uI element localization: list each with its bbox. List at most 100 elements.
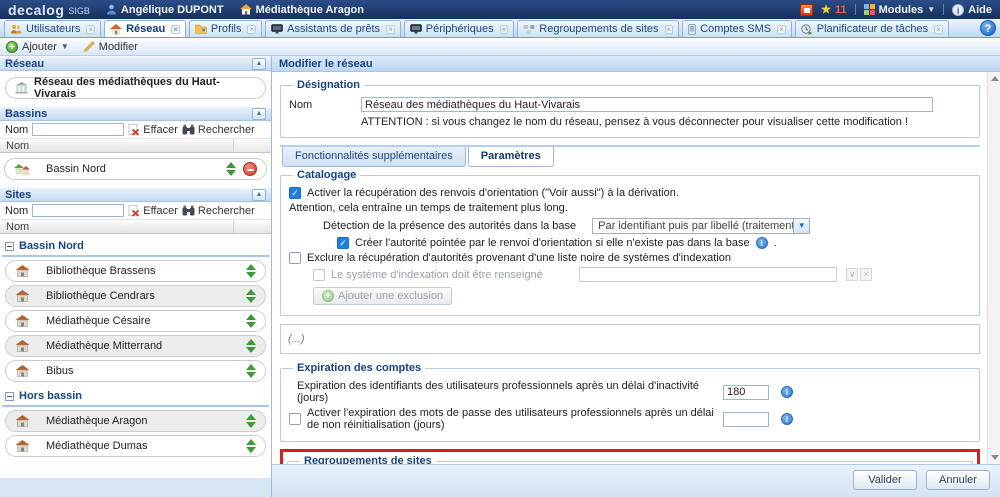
- sort-down-icon[interactable]: [246, 272, 256, 278]
- close-icon[interactable]: ×: [500, 25, 509, 34]
- detection-select[interactable]: Par identifiant puis par libellé (traite…: [592, 218, 810, 234]
- site-row[interactable]: Bibus: [5, 360, 266, 382]
- sort-down-icon[interactable]: [246, 322, 256, 328]
- help-icon[interactable]: ?: [980, 20, 996, 36]
- current-user[interactable]: Angélique DUPONT: [106, 4, 224, 16]
- close-icon[interactable]: ×: [171, 25, 180, 34]
- scheduler-clock-icon: [801, 24, 813, 35]
- info-icon[interactable]: i: [781, 413, 793, 425]
- exclure-checkbox[interactable]: [289, 252, 301, 264]
- ajouter-button[interactable]: + Ajouter ▼: [6, 41, 69, 53]
- motdepasse-checkbox[interactable]: [289, 413, 301, 425]
- motdepasse-input[interactable]: [723, 412, 769, 427]
- site-row[interactable]: Médiathèque Aragon: [5, 410, 266, 432]
- valider-button[interactable]: Valider: [853, 470, 917, 490]
- sort-up-icon[interactable]: [246, 339, 256, 345]
- delete-icon[interactable]: [243, 162, 257, 176]
- sort-up-icon[interactable]: [246, 264, 256, 270]
- pencil-icon: [83, 41, 95, 53]
- rechercher-button[interactable]: Rechercher: [182, 124, 255, 136]
- combo-dropdown-icon[interactable]: ∨: [846, 268, 859, 281]
- sort-up-icon[interactable]: [246, 414, 256, 420]
- collapse-icon[interactable]: ▲: [252, 189, 266, 201]
- site-row[interactable]: Médiathèque Césaire: [5, 310, 266, 332]
- designation-fieldset: Désignation Nom ATTENTION : si vous chan…: [280, 79, 980, 138]
- sort-down-icon[interactable]: [246, 297, 256, 303]
- tab-planificateur-de-taches[interactable]: Planificateur de tâches ×: [795, 20, 949, 37]
- bassins-nom-input[interactable]: [32, 123, 124, 136]
- tab-peripheriques[interactable]: Périphériques ×: [404, 20, 515, 37]
- sites-column-header[interactable]: Nom: [0, 220, 271, 234]
- clear-icon: [128, 124, 140, 136]
- current-site[interactable]: Médiathèque Aragon: [240, 4, 364, 16]
- sort-up-icon[interactable]: [246, 364, 256, 370]
- effacer-button[interactable]: Effacer: [128, 124, 178, 136]
- reorder-control: [246, 364, 256, 378]
- modifier-button[interactable]: Modifier: [83, 41, 138, 53]
- home-icon: [240, 4, 252, 15]
- close-icon[interactable]: ×: [247, 25, 256, 34]
- sort-down-icon[interactable]: [226, 170, 236, 176]
- module-tab-bar: Utilisateurs × Réseau × Profils × Assist…: [0, 19, 1000, 38]
- aide-menu[interactable]: i Aide: [952, 4, 992, 16]
- tab-reseau[interactable]: Réseau ×: [104, 20, 186, 37]
- site-row[interactable]: Médiathèque Mitterrand: [5, 335, 266, 357]
- combo-clear-icon[interactable]: ×: [860, 268, 871, 281]
- sites-nom-input[interactable]: [32, 204, 124, 217]
- sort-down-icon[interactable]: [246, 422, 256, 428]
- systeme-indexation-combo[interactable]: [579, 267, 837, 282]
- close-icon[interactable]: ×: [777, 25, 786, 34]
- site-name: Médiathèque Césaire: [46, 315, 151, 327]
- site-row[interactable]: Médiathèque Dumas: [5, 435, 266, 457]
- close-icon[interactable]: ×: [86, 25, 95, 34]
- site-row[interactable]: Bibliothèque Brassens: [5, 260, 266, 282]
- tab-fonctionnalites-supplementaires[interactable]: Fonctionnalités supplémentaires: [282, 147, 466, 167]
- collapse-icon[interactable]: ▲: [252, 108, 266, 120]
- annuler-button[interactable]: Annuler: [926, 470, 990, 490]
- site-row[interactable]: Bibliothèque Cendrars: [5, 285, 266, 307]
- tab-parametres[interactable]: Paramètres: [468, 147, 554, 167]
- sort-up-icon[interactable]: [226, 162, 236, 168]
- systeme-indexation-checkbox[interactable]: [313, 269, 325, 281]
- sort-down-icon[interactable]: [246, 347, 256, 353]
- close-icon[interactable]: ×: [386, 25, 395, 34]
- tab-regroupements-de-sites[interactable]: Regroupements de sites ×: [517, 20, 679, 37]
- collapse-icon[interactable]: ▲: [252, 58, 266, 70]
- modules-menu[interactable]: Modules ▼: [864, 4, 936, 16]
- inactivite-input[interactable]: [723, 385, 769, 400]
- notification-flag-icon[interactable]: [800, 4, 813, 16]
- sort-down-icon[interactable]: [246, 447, 256, 453]
- bassins-column-header[interactable]: Nom: [0, 139, 271, 153]
- chevron-down-icon[interactable]: ▼: [793, 219, 809, 233]
- tab-utilisateurs[interactable]: Utilisateurs ×: [4, 20, 101, 37]
- close-icon[interactable]: ×: [934, 25, 943, 34]
- collapse-minus-icon[interactable]: [5, 392, 14, 401]
- bassin-row[interactable]: Bassin Nord: [4, 158, 267, 180]
- scroll-down-icon[interactable]: [991, 455, 999, 460]
- scroll-up-icon[interactable]: [991, 76, 999, 81]
- vertical-scrollbar[interactable]: [987, 72, 1000, 464]
- site-house-icon: [15, 365, 30, 377]
- user-name: Angélique DUPONT: [121, 4, 224, 16]
- tab-profils[interactable]: Profils ×: [189, 20, 262, 37]
- effacer-button[interactable]: Effacer: [128, 205, 178, 217]
- group-header-hors-bassin[interactable]: Hors bassin: [2, 385, 269, 407]
- collapse-minus-icon[interactable]: [5, 242, 14, 251]
- rechercher-button[interactable]: Rechercher: [182, 205, 255, 217]
- sort-down-icon[interactable]: [246, 372, 256, 378]
- ajouter-exclusion-button[interactable]: + Ajouter une exclusion: [313, 287, 452, 305]
- network-item[interactable]: Réseau des médiathèques du Haut-Vivarais: [5, 77, 266, 99]
- info-icon[interactable]: i: [756, 237, 768, 249]
- sort-up-icon[interactable]: [246, 314, 256, 320]
- creer-autorite-checkbox[interactable]: ✓: [337, 237, 349, 249]
- group-header-bassin-nord[interactable]: Bassin Nord: [2, 235, 269, 257]
- sort-up-icon[interactable]: [246, 289, 256, 295]
- close-icon[interactable]: ×: [665, 25, 674, 34]
- sort-up-icon[interactable]: [246, 439, 256, 445]
- network-name-input[interactable]: [361, 97, 933, 112]
- info-icon[interactable]: i: [781, 386, 793, 398]
- renvois-checkbox[interactable]: ✓: [289, 187, 301, 199]
- tab-assistants-de-prets[interactable]: Assistants de prêts ×: [265, 20, 401, 37]
- favorites-counter[interactable]: ★ 11: [821, 3, 847, 16]
- tab-comptes-sms[interactable]: Comptes SMS ×: [682, 20, 792, 37]
